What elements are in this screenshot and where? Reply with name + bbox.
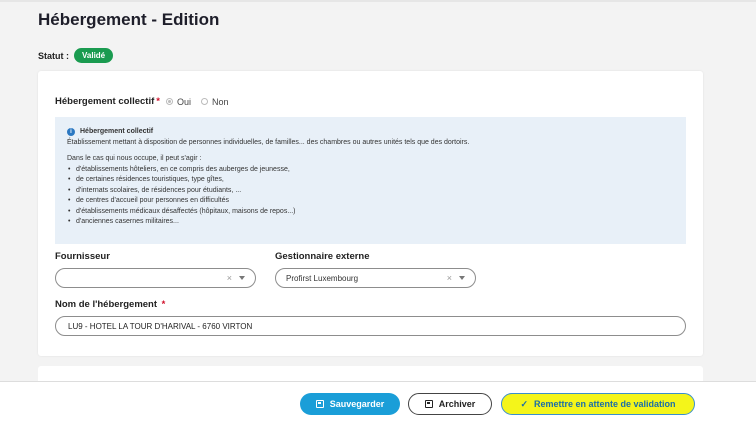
save-label: Sauvegarder bbox=[329, 399, 385, 409]
clear-icon[interactable]: × bbox=[447, 273, 452, 283]
list-item: de centres d'accueil pour personnes en d… bbox=[67, 196, 674, 207]
radio-non-dot[interactable] bbox=[200, 98, 208, 105]
info-list: d'établissements hôteliers, en ce compri… bbox=[67, 165, 674, 228]
save-button[interactable]: Sauvegarder bbox=[300, 393, 400, 415]
required-mark: * bbox=[161, 299, 166, 310]
fournisseur-select[interactable]: × bbox=[55, 268, 256, 288]
radio-oui-label: Oui bbox=[176, 96, 191, 107]
radio-non[interactable]: Non bbox=[200, 96, 229, 107]
status-label: Statut : bbox=[38, 50, 69, 61]
info-description: Établissement mettant à disposition de p… bbox=[67, 138, 470, 146]
list-item: d'établissements médicaux désaffectés (h… bbox=[67, 207, 674, 218]
info-icon: i bbox=[67, 128, 75, 137]
fournisseur-label: Fournisseur bbox=[55, 251, 110, 262]
list-item: d'internats scolaires, de résidences pou… bbox=[67, 186, 674, 197]
radio-oui[interactable]: Oui bbox=[165, 96, 191, 107]
info-title: Hébergement collectif bbox=[80, 128, 154, 135]
info-intro: Dans le cas qui nous occupe, il peut s'a… bbox=[67, 155, 202, 162]
list-item: d'établissements hôteliers, en ce compri… bbox=[67, 165, 674, 176]
page-title: Hébergement - Edition bbox=[38, 10, 220, 29]
chevron-down-icon[interactable] bbox=[239, 276, 245, 280]
collectif-field: Hébergement collectif * Oui Non bbox=[55, 96, 238, 107]
info-box: i Hébergement collectif Établissement me… bbox=[55, 117, 686, 244]
list-item: d'anciennes casernes militaires... bbox=[67, 217, 674, 228]
edit-form-card: Hébergement collectif * Oui Non i Héberg… bbox=[38, 71, 703, 356]
nom-input[interactable]: LU9 - HOTEL LA TOUR D'HARIVAL - 6760 VIR… bbox=[55, 316, 686, 336]
archive-label: Archiver bbox=[438, 399, 476, 409]
check-icon: ✓ bbox=[520, 398, 528, 409]
radio-oui-dot[interactable] bbox=[165, 98, 173, 105]
gestionnaire-value: Profirst Luxembourg bbox=[286, 273, 359, 283]
revalidate-label: Remettre en attente de validation bbox=[534, 399, 676, 409]
nom-value: LU9 - HOTEL LA TOUR D'HARIVAL - 6760 VIR… bbox=[68, 321, 253, 331]
chevron-down-icon[interactable] bbox=[459, 276, 465, 280]
gestionnaire-select[interactable]: Profirst Luxembourg × bbox=[275, 268, 476, 288]
archive-icon bbox=[424, 400, 433, 408]
list-item: de certaines résidences touristiques, ty… bbox=[67, 175, 674, 186]
nom-label-row: Nom de l'hébergement * bbox=[55, 299, 171, 310]
gestionnaire-label: Gestionnaire externe bbox=[275, 251, 370, 262]
top-divider bbox=[0, 0, 756, 2]
collectif-label: Hébergement collectif bbox=[55, 96, 155, 107]
required-mark: * bbox=[156, 96, 160, 107]
status-badge: Validé bbox=[74, 48, 114, 63]
action-footer: Sauvegarder Archiver ✓ Remettre en atten… bbox=[0, 381, 756, 422]
clear-icon[interactable]: × bbox=[227, 273, 232, 283]
nom-label: Nom de l'hébergement bbox=[55, 299, 158, 310]
info-title-row: i Hébergement collectif bbox=[67, 127, 674, 138]
status-row: Statut : Validé bbox=[38, 48, 114, 63]
radio-non-label: Non bbox=[211, 96, 229, 107]
save-icon bbox=[315, 400, 324, 408]
archive-button[interactable]: Archiver bbox=[408, 393, 492, 415]
revalidate-button[interactable]: ✓ Remettre en attente de validation bbox=[501, 393, 695, 415]
